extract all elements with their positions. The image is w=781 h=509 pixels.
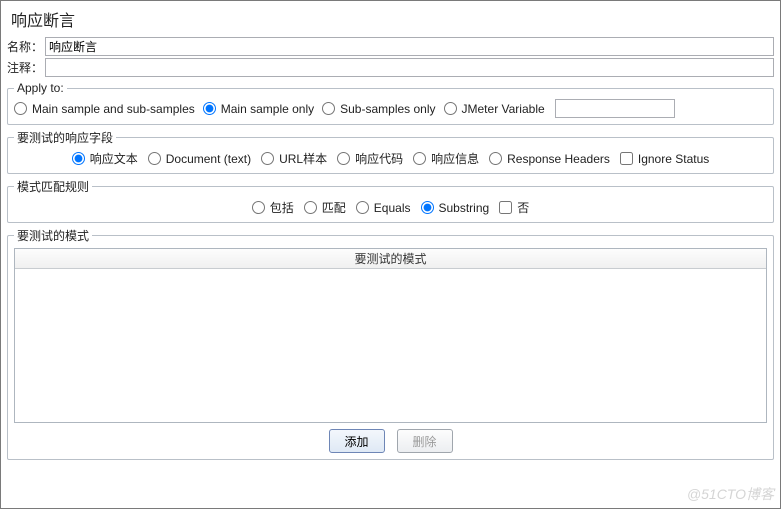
radio-matches-label: 匹配 [322,199,346,216]
patterns-table[interactable]: 要测试的模式 [14,248,767,423]
patterns-button-row: 添加 删除 [14,429,767,453]
radio-equals-input[interactable] [356,201,369,214]
radio-jmeter-variable-input[interactable] [444,102,457,115]
comment-input[interactable] [45,58,774,77]
radio-main-and-sub[interactable]: Main sample and sub-samples [14,102,195,116]
radio-sub-only-input[interactable] [322,102,335,115]
add-button[interactable]: 添加 [329,429,385,453]
watermark: @51CTO博客 [687,484,774,504]
radio-main-only[interactable]: Main sample only [203,102,314,116]
apply-to-group: Apply to: Main sample and sub-samples Ma… [7,81,774,125]
radio-response-text-input[interactable] [72,152,85,165]
radio-contains-input[interactable] [252,201,265,214]
radio-response-headers-input[interactable] [489,152,502,165]
radio-response-headers[interactable]: Response Headers [489,152,610,166]
patterns-table-body[interactable] [15,269,766,422]
radio-main-only-label: Main sample only [221,102,314,116]
radio-sub-only[interactable]: Sub-samples only [322,102,435,116]
response-field-options: 响应文本 Document (text) URL样本 响应代码 响应信息 Res… [14,150,767,167]
checkbox-not-input[interactable] [499,201,512,214]
radio-response-text[interactable]: 响应文本 [72,150,138,167]
radio-response-message-label: 响应信息 [431,150,479,167]
radio-substring[interactable]: Substring [421,201,490,215]
radio-url-sample[interactable]: URL样本 [261,150,327,167]
apply-to-legend: Apply to: [14,81,67,95]
radio-jmeter-variable[interactable]: JMeter Variable [444,102,545,116]
radio-contains-label: 包括 [270,199,294,216]
radio-matches-input[interactable] [304,201,317,214]
page-title: 响应断言 [11,7,770,31]
radio-url-sample-input[interactable] [261,152,274,165]
delete-button[interactable]: 删除 [397,429,453,453]
jmeter-variable-input[interactable] [555,99,675,118]
patterns-legend: 要测试的模式 [14,227,92,244]
radio-contains[interactable]: 包括 [252,199,294,216]
match-rule-group: 模式匹配规则 包括 匹配 Equals Substring 否 [7,178,774,223]
radio-substring-input[interactable] [421,201,434,214]
checkbox-ignore-status-input[interactable] [620,152,633,165]
radio-document-text-label: Document (text) [166,152,251,166]
radio-main-only-input[interactable] [203,102,216,115]
radio-response-code-input[interactable] [337,152,350,165]
radio-response-headers-label: Response Headers [507,152,610,166]
radio-jmeter-variable-label: JMeter Variable [462,102,545,116]
radio-substring-label: Substring [439,201,490,215]
response-field-group: 要测试的响应字段 响应文本 Document (text) URL样本 响应代码… [7,129,774,174]
radio-matches[interactable]: 匹配 [304,199,346,216]
patterns-group: 要测试的模式 要测试的模式 添加 删除 [7,227,774,460]
name-field-row: 名称： [7,37,774,56]
match-rule-options: 包括 匹配 Equals Substring 否 [14,199,767,216]
radio-response-code-label: 响应代码 [355,150,403,167]
checkbox-ignore-status-label: Ignore Status [638,152,709,166]
name-input[interactable] [45,37,774,56]
response-field-legend: 要测试的响应字段 [14,129,116,146]
radio-response-message-input[interactable] [413,152,426,165]
comment-label: 注释： [7,59,45,76]
radio-main-and-sub-label: Main sample and sub-samples [32,102,195,116]
radio-document-text-input[interactable] [148,152,161,165]
apply-to-options: Main sample and sub-samples Main sample … [14,99,767,118]
radio-response-message[interactable]: 响应信息 [413,150,479,167]
comment-field-row: 注释： [7,58,774,77]
radio-response-text-label: 响应文本 [90,150,138,167]
checkbox-not-label: 否 [517,199,529,216]
radio-url-sample-label: URL样本 [279,150,327,167]
patterns-table-header[interactable]: 要测试的模式 [15,249,766,269]
radio-document-text[interactable]: Document (text) [148,152,251,166]
match-rule-legend: 模式匹配规则 [14,178,92,195]
radio-sub-only-label: Sub-samples only [340,102,435,116]
radio-response-code[interactable]: 响应代码 [337,150,403,167]
radio-equals-label: Equals [374,201,411,215]
assertion-panel: 响应断言 名称： 注释： Apply to: Main sample and s… [0,0,781,509]
radio-main-and-sub-input[interactable] [14,102,27,115]
checkbox-not[interactable]: 否 [499,199,529,216]
name-label: 名称： [7,38,45,55]
checkbox-ignore-status[interactable]: Ignore Status [620,152,709,166]
radio-equals[interactable]: Equals [356,201,411,215]
